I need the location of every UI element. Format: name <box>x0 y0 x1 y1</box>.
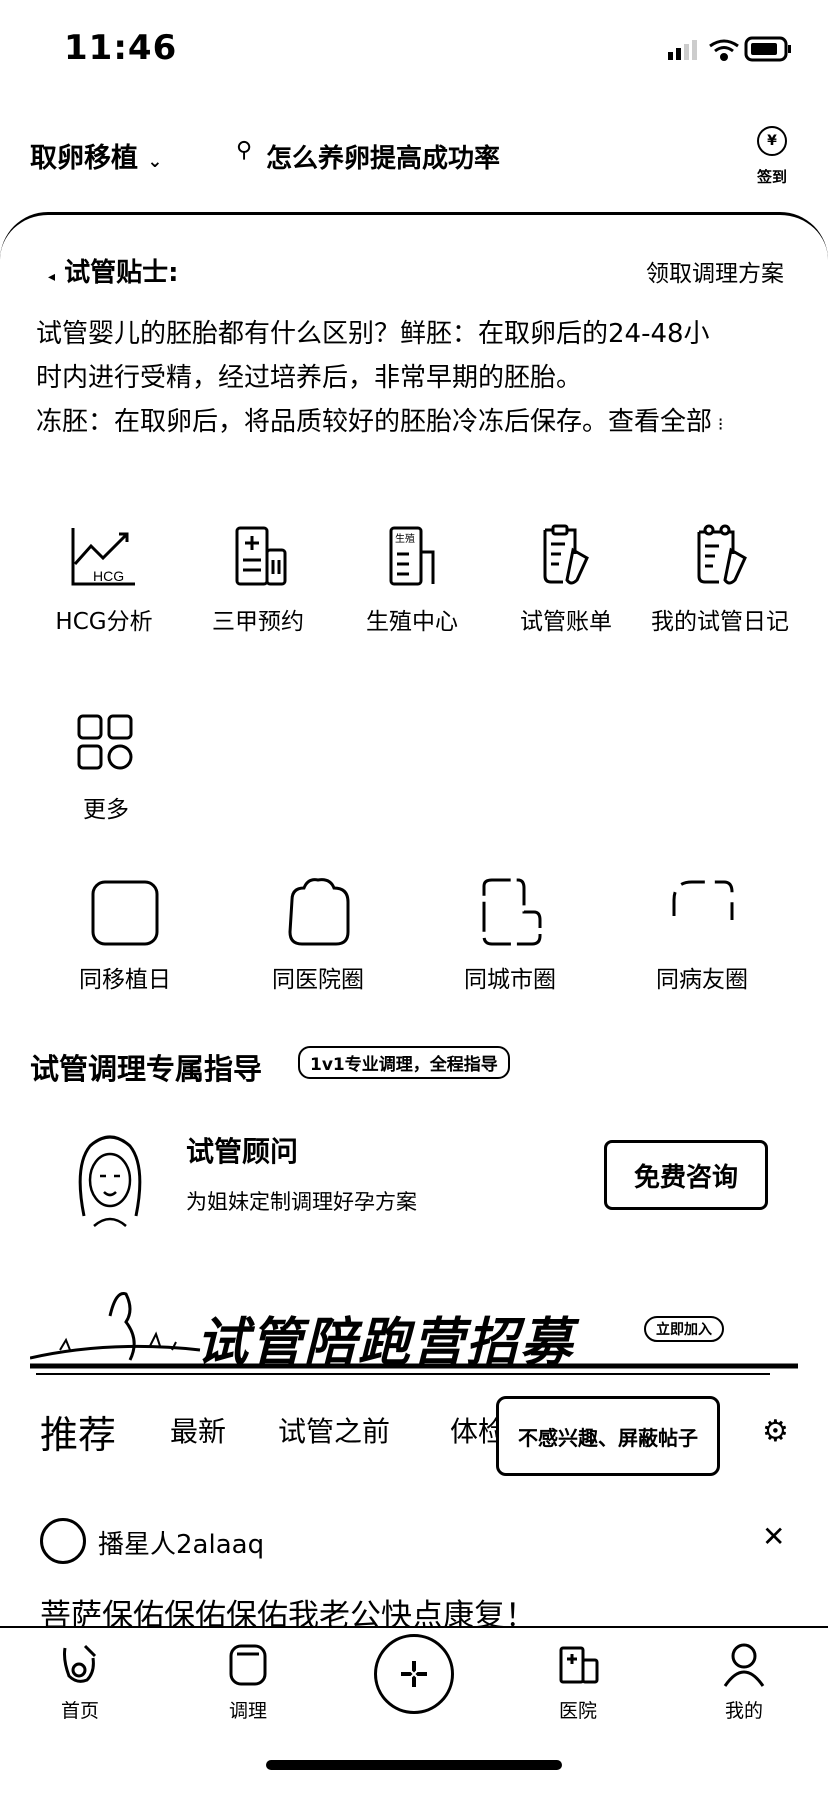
post-plus-button[interactable] <box>374 1634 454 1714</box>
circle-icon <box>482 878 542 946</box>
tip-title: ◂ 试管贴士: <box>48 258 179 288</box>
test-tube-bill-icon <box>543 524 589 585</box>
advisor-subtitle: 为姐妹定制调理好孕方案 <box>186 1190 417 1214</box>
post-avatar[interactable] <box>40 1518 86 1564</box>
coin-icon: ¥ <box>757 126 787 156</box>
post-plus-icon <box>401 1661 427 1687</box>
checkin-label: 签到 <box>756 168 787 186</box>
circle-label: 同移植日 <box>79 967 171 993</box>
circle-same-city[interactable]: 同城市圈 <box>425 876 595 994</box>
more-grid-icon <box>77 714 133 770</box>
feed-tab-recommend[interactable]: 推荐 <box>40 1404 116 1459</box>
hospital-building-icon <box>235 526 287 586</box>
tool-hcg[interactable]: HCG HCG分析 <box>24 524 184 636</box>
feed-tab-latest[interactable]: 最新 <box>170 1410 226 1450</box>
tool-hospital-booking[interactable]: 三甲预约 <box>178 524 338 636</box>
tip-card <box>0 212 828 775</box>
tool-reproductive-center[interactable]: 生殖 生殖中心 <box>332 524 492 636</box>
camp-join-pill[interactable]: 立即加入 <box>644 1316 724 1342</box>
home-indicator[interactable] <box>266 1760 562 1770</box>
expand-icon[interactable]: ⁝ <box>712 414 724 435</box>
home-icon <box>63 1644 97 1683</box>
checkin-button[interactable]: ¥ 签到 <box>742 126 802 187</box>
profile-icon <box>723 1643 765 1687</box>
svg-text:生殖: 生殖 <box>395 532 415 545</box>
status-icons <box>668 36 791 62</box>
status-time: 11:46 <box>64 28 178 68</box>
nav-label: 首页 <box>60 1700 99 1722</box>
signal-icon <box>668 40 697 60</box>
settings-gear-icon[interactable]: ⚙ <box>762 1414 789 1449</box>
sound-icon: ◂ <box>48 269 56 285</box>
circle-label: 同病友圈 <box>656 967 748 993</box>
care-icon <box>229 1644 267 1686</box>
close-icon[interactable]: ✕ <box>762 1520 785 1553</box>
tool-label: 生殖中心 <box>366 609 458 635</box>
tool-bill[interactable]: 试管账单 <box>486 524 646 636</box>
hospital-icon <box>559 1646 599 1684</box>
nav-hospital[interactable]: 医院 <box>528 1640 628 1723</box>
circle-icon <box>288 878 350 946</box>
circle-same-condition[interactable]: 同病友圈 <box>617 876 787 994</box>
circle-icon <box>91 880 159 946</box>
feed-tab-before-ivf[interactable]: 试管之前 <box>278 1410 390 1450</box>
tool-label: 试管账单 <box>520 609 612 635</box>
circle-icon <box>672 880 734 920</box>
hcg-chart-icon: HCG <box>71 528 135 586</box>
search-placeholder: 怎么养卵提高成功率 <box>266 144 501 174</box>
nav-label: 我的 <box>724 1700 763 1722</box>
svg-text:HCG: HCG <box>93 568 124 584</box>
tool-label: 我的试管日记 <box>651 609 789 635</box>
wifi-icon <box>709 39 739 61</box>
camp-banner-title: 试管陪跑营招募 <box>196 1313 575 1373</box>
advisor-avatar <box>78 1135 142 1227</box>
reproductive-center-icon: 生殖 <box>389 526 435 586</box>
tool-diary[interactable]: 我的试管日记 <box>640 524 800 636</box>
free-consult-button[interactable]: 免费咨询 <box>604 1140 768 1210</box>
circle-same-transfer-day[interactable]: 同移植日 <box>40 876 210 994</box>
circle-label: 同医院圈 <box>272 967 364 993</box>
tip-body: 试管婴儿的胚胎都有什么区别？鲜胚：在取卵后的24-48小 时内进行受精，经过培养… <box>36 319 724 437</box>
nav-care[interactable]: 调理 <box>198 1640 298 1723</box>
nav-home[interactable]: 首页 <box>30 1640 130 1723</box>
block-post-popup[interactable]: 不感兴趣、屏蔽帖子 <box>496 1396 720 1476</box>
location-label: 取卵移植 <box>30 143 138 174</box>
search-bar[interactable]: ⚲ 怎么养卵提高成功率 <box>236 130 586 178</box>
section-tag: 1v1专业调理，全程指导 <box>298 1046 510 1079</box>
battery-icon <box>744 36 791 62</box>
post-username[interactable]: 播星人2alaaq <box>98 1524 264 1561</box>
nav-profile[interactable]: 我的 <box>694 1640 794 1723</box>
advisor-title: 试管顾问 <box>186 1135 299 1168</box>
tool-label: HCG分析 <box>55 609 153 635</box>
circle-same-hospital[interactable]: 同医院圈 <box>233 876 403 994</box>
tool-label: 更多 <box>83 797 129 823</box>
chevron-down-icon: ⌄ <box>147 151 163 172</box>
test-tube-diary-icon <box>697 524 747 585</box>
nav-label: 医院 <box>558 1700 597 1722</box>
tool-label: 三甲预约 <box>212 609 304 635</box>
tip-plan-link[interactable]: 领取调理方案 <box>646 254 784 288</box>
section-title: 试管调理专属指导 <box>30 1052 263 1086</box>
search-icon: ⚲ <box>236 138 253 163</box>
circle-label: 同城市圈 <box>464 967 556 993</box>
location-selector[interactable]: 取卵移植 ⌄ <box>30 136 163 175</box>
tool-more[interactable]: 更多 <box>26 712 186 824</box>
nav-label: 调理 <box>228 1700 267 1722</box>
